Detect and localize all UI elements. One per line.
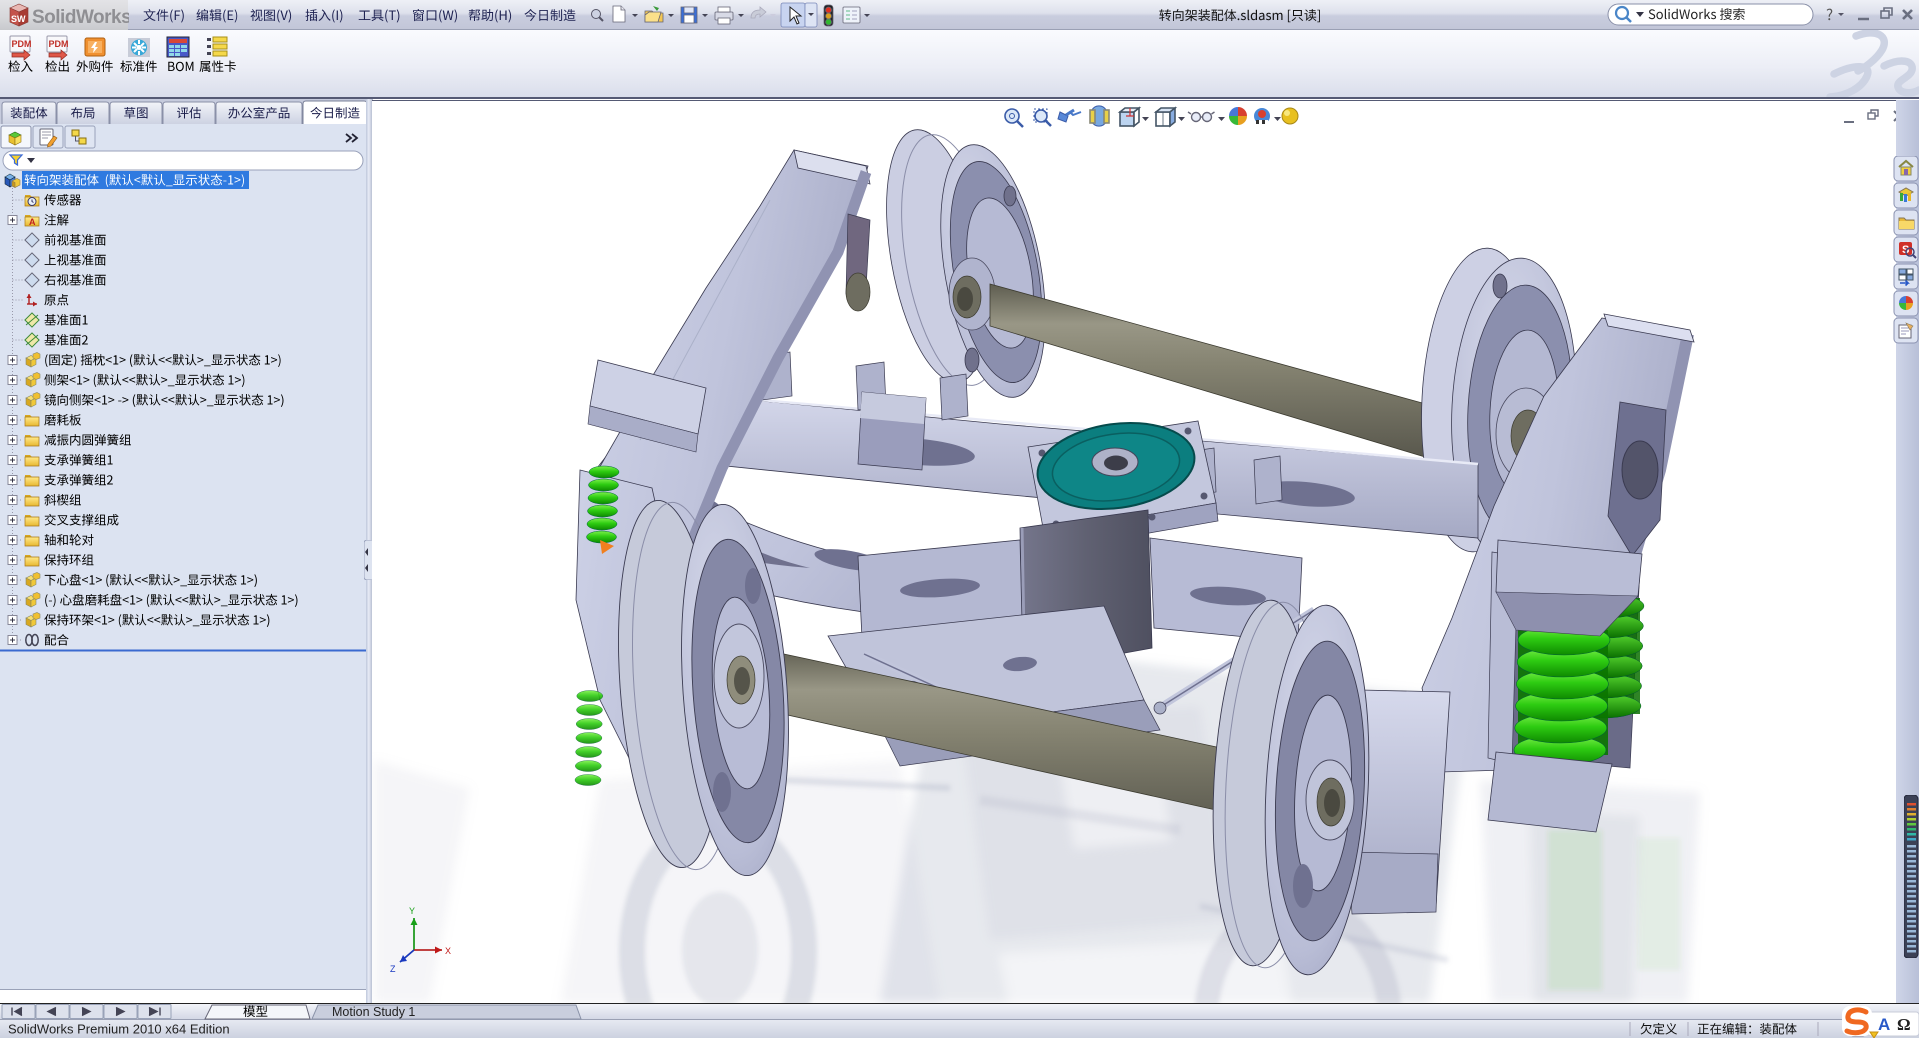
svg-text:Y: Y bbox=[409, 906, 415, 916]
svg-text:PDM: PDM bbox=[49, 39, 69, 49]
svg-text:Motion Study 1: Motion Study 1 bbox=[332, 1005, 415, 1019]
svg-text:A: A bbox=[1878, 1015, 1890, 1034]
svg-text:PDM: PDM bbox=[12, 39, 32, 49]
svg-text:X: X bbox=[445, 946, 451, 956]
svg-text:Ω: Ω bbox=[1897, 1015, 1911, 1034]
svg-text:Z: Z bbox=[390, 964, 396, 974]
svg-text:A: A bbox=[29, 217, 36, 227]
svg-text:S: S bbox=[1902, 244, 1909, 256]
svg-text:SolidWorks Premium 2010 x64 Ed: SolidWorks Premium 2010 x64 Edition bbox=[8, 1022, 230, 1037]
